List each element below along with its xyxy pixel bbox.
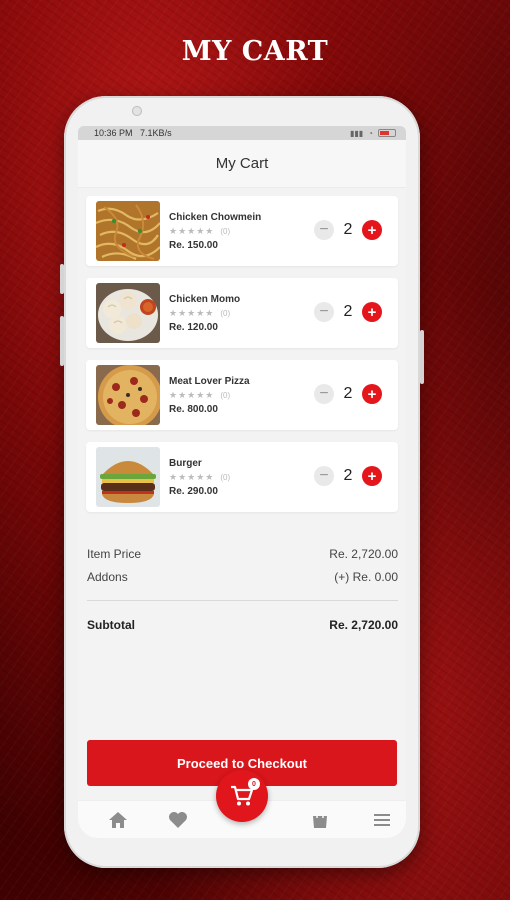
item-name: Meat Lover Pizza [169, 375, 250, 387]
item-name: Burger [169, 457, 202, 469]
cart-item[interactable]: Chicken Momo ★★★★★ (0) Re. 120.00 − 2 + [86, 278, 398, 348]
increase-button[interactable]: + [362, 384, 382, 404]
star-rating: ★★★★★ (0) [169, 308, 240, 319]
quantity-stepper: − 2 + [314, 384, 382, 404]
increase-button[interactable]: + [362, 220, 382, 240]
item-price: Re. 120.00 [169, 321, 218, 333]
item-price-row: Item Price Re. 2,720.00 [87, 542, 398, 565]
phone-frame: 10:36 PM 7.1KB/s ▮▮▮ ◔ My Cart Chicken C… [60, 96, 424, 868]
item-price-label: Item Price [87, 546, 142, 561]
item-price-value: Re. 2,720.00 [329, 546, 398, 561]
cart-item[interactable]: Burger ★★★★★ (0) Re. 290.00 − 2 + [86, 442, 398, 512]
order-summary: Item Price Re. 2,720.00 Addons (+) Re. 0… [78, 524, 406, 636]
cart-item[interactable]: Meat Lover Pizza ★★★★★ (0) Re. 800.00 − … [86, 360, 398, 430]
cart-fab[interactable]: 0 [216, 770, 268, 822]
star-icons: ★★★★★ [169, 389, 215, 400]
cart-badge: 0 [248, 778, 260, 790]
burger-image [96, 447, 160, 507]
star-rating: ★★★★★ (0) [169, 226, 261, 237]
cart-item[interactable]: Chicken Chowmein ★★★★★ (0) Re. 150.00 − … [86, 196, 398, 266]
cart-item-list: Chicken Chowmein ★★★★★ (0) Re. 150.00 − … [78, 188, 406, 512]
subtotal-value: Re. 2,720.00 [329, 617, 398, 632]
star-rating: ★★★★★ (0) [169, 472, 230, 483]
power-button [420, 330, 424, 384]
chowmein-image [96, 201, 160, 261]
decrease-button[interactable]: − [314, 220, 334, 240]
volume-button [60, 264, 64, 294]
menu-icon[interactable] [372, 811, 392, 829]
app-screen: 10:36 PM 7.1KB/s ▮▮▮ ◔ My Cart Chicken C… [78, 126, 406, 838]
rating-count: (0) [220, 226, 231, 236]
item-price: Re. 290.00 [169, 485, 218, 497]
bag-icon[interactable] [310, 811, 330, 829]
battery-icon [378, 129, 396, 137]
addons-label: Addons [87, 569, 128, 584]
decrease-button[interactable]: − [314, 302, 334, 322]
page-title: My Cart [215, 155, 269, 172]
quantity-value: 2 [343, 385, 353, 402]
rating-count: (0) [220, 390, 231, 400]
momo-image [96, 283, 160, 343]
summary-divider [87, 600, 398, 601]
quantity-value: 2 [343, 467, 353, 484]
page-headline: MY CART [181, 36, 329, 67]
heart-icon[interactable] [168, 811, 188, 829]
addons-row: Addons (+) Re. 0.00 [87, 565, 398, 588]
rating-count: (0) [220, 472, 231, 482]
addons-value: (+) Re. 0.00 [334, 569, 398, 584]
wifi-icon: ◔ [368, 128, 373, 138]
pizza-image [96, 365, 160, 425]
star-rating: ★★★★★ (0) [169, 390, 250, 401]
quantity-stepper: − 2 + [314, 220, 382, 240]
increase-button[interactable]: + [362, 466, 382, 486]
star-icons: ★★★★★ [169, 307, 215, 318]
signal-icon: ▮▮▮ [349, 128, 364, 138]
status-speed: 7.1KB/s [140, 128, 172, 138]
subtotal-label: Subtotal [87, 617, 135, 632]
star-icons: ★★★★★ [169, 225, 215, 236]
item-price: Re. 150.00 [169, 239, 218, 251]
item-name: Chicken Momo [169, 293, 241, 305]
increase-button[interactable]: + [362, 302, 382, 322]
status-time: 10:36 PM [94, 128, 133, 138]
home-icon[interactable] [108, 811, 128, 829]
star-icons: ★★★★★ [169, 471, 215, 482]
item-price: Re. 800.00 [169, 403, 218, 415]
item-name: Chicken Chowmein [169, 211, 262, 223]
subtotal-row: Subtotal Re. 2,720.00 [87, 613, 398, 636]
status-bar: 10:36 PM 7.1KB/s ▮▮▮ ◔ [78, 126, 406, 140]
rating-count: (0) [220, 308, 231, 318]
quantity-stepper: − 2 + [314, 466, 382, 486]
quantity-value: 2 [343, 221, 353, 238]
decrease-button[interactable]: − [314, 384, 334, 404]
volume-button [60, 316, 64, 366]
quantity-value: 2 [343, 303, 353, 320]
decrease-button[interactable]: − [314, 466, 334, 486]
quantity-stepper: − 2 + [314, 302, 382, 322]
front-camera [132, 106, 142, 116]
app-bar: My Cart [78, 140, 406, 188]
